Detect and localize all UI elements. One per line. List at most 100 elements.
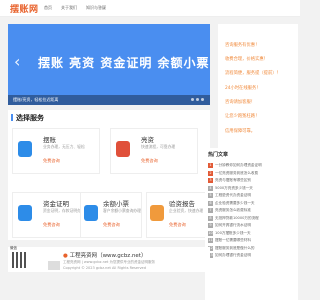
consult-link[interactable]: 免费咨询	[43, 222, 60, 228]
tip-item: 让您少跑冤枉路！	[225, 114, 260, 119]
top-navbar: 摆账网 首页 关于我们 知识与答疑	[0, 0, 300, 17]
article-link[interactable]: 如何开具银行流水证明	[215, 223, 251, 228]
article-link[interactable]: 摆账一亿需要哪些材料	[215, 238, 251, 243]
nav-item-about[interactable]: 关于我们	[61, 5, 77, 11]
list-item[interactable]: 4 5000万亮资多少钱一天	[208, 185, 296, 193]
rank-badge: 11	[208, 238, 213, 244]
rank-badge: 7	[208, 208, 213, 214]
section-title-accent	[11, 114, 13, 121]
article-link[interactable]: 一亿亮资服务到底怎么收费	[215, 171, 258, 176]
rank-badge: 1	[208, 163, 213, 169]
list-item[interactable]: 12 摆账服务到底是做什么的	[208, 245, 296, 253]
hot-articles-panel: 热门文章 1 一分钟教你如何办理资金证明 2 一亿亮资服务到底怎么收费 3 亮资与摆账…	[205, 148, 298, 300]
article-link[interactable]: 工程垫资代办资金证明	[215, 193, 251, 198]
list-item[interactable]: 8 无抵押贷款10000万的流程	[208, 215, 296, 223]
certificate-icon	[18, 205, 32, 221]
banner-headline: 摆账 亮资 资金证明 余额小票	[38, 56, 210, 70]
receipt-icon	[84, 205, 98, 221]
next-arrow-icon[interactable]: ›	[196, 54, 202, 70]
site-footer: 微信 ● 工程亮资网（www.gcbz.net） 工程亮资网 | www.gcb…	[8, 246, 210, 272]
document-icon	[116, 141, 130, 157]
hot-articles-title: 热门文章	[208, 152, 229, 158]
list-item[interactable]: 11 摆账一亿需要哪些材料	[208, 237, 296, 245]
rank-badge: 2	[208, 170, 213, 176]
article-link[interactable]: 一分钟教你如何办理资金证明	[215, 163, 262, 168]
list-item[interactable]: 9 如何开具银行流水证明	[208, 222, 296, 230]
tip-item: 信用保障可靠。	[225, 129, 256, 134]
article-link[interactable]: 亮资与摆账有哪些区别	[215, 178, 251, 183]
site-logo[interactable]: 摆账网	[10, 2, 39, 15]
service-card-capital-verification[interactable]: 验资报告 企业验资，快速办理 免费咨询	[146, 192, 208, 238]
service-tips-panel: 咨询服务有优惠！ 收费合理，价格实惠！ 流程简便，服务提（提前）！ 24小时在线…	[218, 24, 298, 150]
qr-code-icon	[12, 252, 28, 268]
rank-badge: 8	[208, 215, 213, 221]
service-name: 资金证明	[43, 200, 69, 208]
list-item[interactable]: 13 如何办理银行资金证明	[208, 252, 296, 260]
carousel-dot[interactable]	[191, 98, 194, 101]
tip-item: 24小时在线服务！	[225, 86, 261, 91]
service-desc: 客户余额小票查询办理	[103, 208, 141, 213]
rank-badge: 10	[208, 230, 213, 236]
service-name: 验资报告	[169, 200, 195, 208]
list-item[interactable]: 5 工程垫资代办资金证明	[208, 192, 296, 200]
consult-link[interactable]: 免费咨询	[103, 222, 120, 228]
footer-line-2: Copyright © 2023 gcbz.net All Rights Res…	[63, 266, 146, 270]
rank-badge: 6	[208, 200, 213, 206]
list-item[interactable]: 3 亮资与摆账有哪些区别	[208, 177, 296, 185]
service-desc: 快速流程，可靠办理	[141, 144, 176, 149]
rank-badge: 4	[208, 185, 213, 191]
service-name: 余额小票	[103, 200, 129, 208]
nav-item-knowledge[interactable]: 知识与答疑	[86, 5, 106, 11]
rank-badge: 3	[208, 178, 213, 184]
rank-badge: 5	[208, 193, 213, 199]
rank-badge: 9	[208, 223, 213, 229]
consult-link[interactable]: 免费咨询	[141, 158, 158, 164]
article-link[interactable]: 5000万亮资多少钱一天	[215, 186, 253, 191]
tip-item: 咨询服务有优惠！	[225, 43, 260, 48]
article-link[interactable]: 企业验资需要多少钱一天	[215, 201, 255, 206]
service-desc: 企业验资，快速办理	[169, 208, 204, 213]
nav-item-home[interactable]: 首页	[44, 5, 52, 11]
service-card-balance-receipt[interactable]: 余额小票 客户余额小票查询办理 免费咨询	[80, 192, 142, 238]
main-nav: 首页 关于我们 知识与答疑	[44, 5, 106, 11]
footer-title: ● 工程亮资网（www.gcbz.net）	[63, 253, 147, 259]
banner-caption: 摆账/亮资，轻松拉近距离	[13, 97, 59, 102]
carousel-dots	[191, 98, 204, 101]
consult-link[interactable]: 免费咨询	[169, 222, 186, 228]
list-item[interactable]: 10 100万摆账多少钱一天	[208, 230, 296, 238]
report-icon	[150, 205, 164, 221]
prev-arrow-icon[interactable]: ‹	[14, 54, 20, 70]
tip-item: 咨询请加客服！	[225, 100, 256, 105]
hero-banner[interactable]: ‹ 摆账 亮资 资金证明 余额小票 › 摆账/亮资，轻松拉近距离	[8, 24, 210, 105]
service-name: 摆账	[43, 136, 56, 144]
list-item[interactable]: 1 一分钟教你如何办理资金证明	[208, 162, 296, 170]
footer-line-1: 工程亮资网 | www.gcbz.net 为您提供专业的资金证明服务	[63, 260, 155, 264]
section-title: 选择服务	[16, 114, 44, 122]
list-item[interactable]: 2 一亿亮资服务到底怎么收费	[208, 170, 296, 178]
carousel-dot[interactable]	[196, 98, 199, 101]
thumb	[48, 261, 60, 270]
service-desc: 业务办理，无压力、轻松	[43, 144, 85, 149]
page: 摆账网 首页 关于我们 知识与答疑 ‹ 摆账 亮资 资金证明 余额小票 › 摆账…	[0, 0, 300, 300]
service-card-liangzi[interactable]: 亮资 快速流程，可靠办理 免费咨询	[110, 128, 198, 174]
consult-link[interactable]: 免费咨询	[43, 158, 60, 164]
banner-caption-bar: 摆账/亮资，轻松拉近距离	[8, 95, 210, 105]
service-name: 亮资	[141, 136, 154, 144]
carousel-dot[interactable]	[201, 98, 204, 101]
select-services-section: 选择服务 摆账 业务办理，无压力、轻松 免费咨询 亮资 快速流程，可靠办理 免费…	[8, 110, 210, 240]
article-link[interactable]: 摆账服务到底是做什么的	[215, 246, 255, 251]
list-item[interactable]: 6 企业验资需要多少钱一天	[208, 200, 296, 208]
footer-thumbnails	[48, 261, 60, 270]
list-item[interactable]: 7 亮资服务怎么收费标准	[208, 207, 296, 215]
article-link[interactable]: 100万摆账多少钱一天	[215, 231, 251, 236]
article-link[interactable]: 如何办理银行资金证明	[215, 253, 251, 258]
article-link[interactable]: 无抵押贷款10000万的流程	[215, 216, 259, 221]
hot-articles-list: 1 一分钟教你如何办理资金证明 2 一亿亮资服务到底怎么收费 3 亮资与摆账有哪些区别…	[208, 162, 296, 260]
footer-title-text: 工程亮资网（www.gcbz.net）	[69, 253, 147, 259]
qr-label: 微信	[10, 246, 17, 250]
article-link[interactable]: 亮资服务怎么收费标准	[215, 208, 251, 213]
tip-item: 流程简便，服务提（提前）！	[225, 71, 281, 76]
tip-item: 收费合理，价格实惠！	[225, 57, 268, 62]
phone-icon	[18, 141, 32, 157]
service-card-baizhang[interactable]: 摆账 业务办理，无压力、轻松 免费咨询	[12, 128, 100, 174]
